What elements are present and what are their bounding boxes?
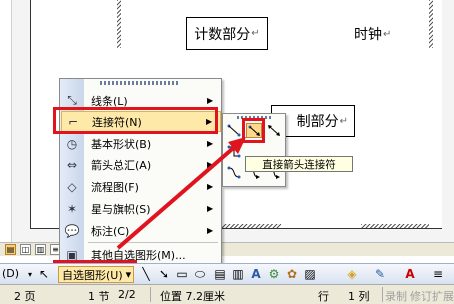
menu-item-basic-shapes[interactable]: ◷ 基本形状(B) ▶ bbox=[61, 133, 221, 154]
menu-item-callouts[interactable]: 💬 标注(C) ▶ bbox=[61, 220, 221, 241]
paragraph-mark: ↵ bbox=[339, 115, 348, 127]
margin-marker-top-left bbox=[117, 0, 121, 48]
margin-marker-bottom-right bbox=[361, 224, 429, 228]
counting-section-box[interactable]: 计数部分 ↵ bbox=[186, 17, 268, 50]
left-gutter bbox=[0, 0, 12, 256]
diagram-icon[interactable]: ⚙ bbox=[266, 266, 282, 282]
clock-text[interactable]: 时钟 ↵ bbox=[354, 24, 391, 44]
select-objects-icon[interactable]: ↖ bbox=[36, 266, 52, 282]
autoshapes-button[interactable]: 自选图形(U) ▾ bbox=[58, 266, 134, 283]
submenu-arrow-icon: ▶ bbox=[207, 204, 214, 213]
margin-marker-top-right bbox=[429, 0, 433, 48]
basic-shapes-icon: ◷ bbox=[66, 136, 78, 151]
wordart-icon[interactable]: A bbox=[248, 266, 264, 282]
textbox-tool-icon[interactable]: ▤ bbox=[212, 266, 228, 282]
line-tool-icon[interactable]: ╲ bbox=[138, 266, 154, 282]
submenu-arrow-icon: ▶ bbox=[207, 182, 214, 191]
flowchart-icon: ◇ bbox=[67, 179, 77, 194]
submenu-arrow-icon: ▶ bbox=[207, 160, 214, 169]
status-position: 位置 7.2厘米 bbox=[160, 290, 225, 303]
dropdown-arrow-icon: ▾ bbox=[125, 268, 132, 281]
arrow-tool-icon[interactable]: ➘ bbox=[156, 266, 172, 282]
menu-item-label: 箭头总汇(A) bbox=[91, 158, 152, 172]
menu-item-flowchart[interactable]: ◇ 流程图(F) ▶ bbox=[61, 176, 221, 197]
menu-item-stars-banners[interactable]: ✶ 星与旗帜(S) ▶ bbox=[61, 198, 221, 219]
annotation-box-connector-item bbox=[53, 107, 218, 134]
clipart-icon[interactable]: ✿ bbox=[284, 266, 300, 282]
clock-label: 时钟 bbox=[354, 27, 382, 43]
menu-drag-grip[interactable] bbox=[100, 81, 180, 85]
status-separator bbox=[382, 287, 383, 302]
paragraph-mark: ↵ bbox=[383, 28, 392, 40]
stars-banners-icon: ✶ bbox=[66, 201, 78, 216]
block-arrows-icon: ⇔ bbox=[66, 157, 78, 172]
status-revise[interactable]: 修订 bbox=[410, 288, 432, 304]
line-style-icon[interactable]: ≡ bbox=[430, 266, 446, 282]
connector-tooltip: 直接箭头连接符 bbox=[245, 156, 353, 172]
menu-item-label: 星与旗帜(S) bbox=[91, 202, 151, 216]
elbow-connector-icon bbox=[227, 145, 241, 158]
menu-item-block-arrows[interactable]: ⇔ 箭头总汇(A) ▶ bbox=[61, 154, 221, 175]
callouts-icon: 💬 bbox=[64, 223, 80, 238]
menu-separator bbox=[88, 242, 218, 243]
status-section: 1 节 bbox=[88, 290, 110, 303]
straight-double-arrow-connector-tool[interactable] bbox=[266, 123, 282, 138]
normal-view-button[interactable]: ▤ bbox=[5, 244, 16, 255]
elbow-connector-tool[interactable] bbox=[226, 144, 242, 159]
submenu-arrow-icon: ▶ bbox=[207, 226, 214, 235]
menu-item-label: 标注(C) bbox=[91, 224, 130, 238]
status-page-of: 2/2 bbox=[118, 288, 136, 301]
status-separator bbox=[150, 287, 151, 302]
status-line: 行 bbox=[318, 290, 329, 303]
status-record[interactable]: 录制 bbox=[385, 288, 407, 304]
draw-menu-label[interactable]: (D) bbox=[2, 267, 19, 280]
control-section-label: 制部分 bbox=[296, 114, 339, 130]
rectangle-tool-icon[interactable]: ▭ bbox=[174, 266, 190, 282]
status-extend[interactable]: 扩展 bbox=[432, 288, 454, 304]
straight-connector-tool[interactable] bbox=[226, 123, 242, 138]
print-view-button[interactable]: ▥ bbox=[35, 244, 46, 255]
word-window: 计数部分 ↵ 时钟 ↵ 制部分 ↵ ▤ ◫ ▥ ≡ ⤡ 线条(L) ▶ ⌐ 连接符(N… bbox=[0, 0, 454, 304]
straight-connector-icon bbox=[227, 124, 241, 137]
font-color-icon[interactable]: A bbox=[402, 266, 418, 282]
submenu-arrow-icon: ▶ bbox=[207, 139, 214, 148]
curved-connector-icon bbox=[227, 166, 241, 179]
counting-section-label: 计数部分 bbox=[194, 26, 251, 43]
oval-tool-icon[interactable]: ⬭ bbox=[192, 266, 208, 282]
line-color-icon[interactable]: ✎ bbox=[372, 266, 388, 282]
autoshapes-label: 自选图形(U) bbox=[62, 268, 123, 282]
status-column: 1 列 bbox=[348, 290, 370, 303]
curved-connector-tool[interactable] bbox=[226, 165, 242, 180]
status-page: 2 页 bbox=[14, 290, 36, 303]
vertical-textbox-icon[interactable]: ▥ bbox=[230, 266, 246, 282]
annotation-box-arrow-tool bbox=[242, 118, 265, 143]
web-view-button[interactable]: ◫ bbox=[20, 244, 31, 255]
double-arrow-connector-icon bbox=[268, 125, 280, 136]
fill-color-icon[interactable]: ◈ bbox=[344, 266, 360, 282]
menu-item-label: 基本形状(B) bbox=[91, 137, 152, 151]
paragraph-mark: ↵ bbox=[251, 28, 260, 39]
status-bar: 2 页 1 节 2/2 位置 7.2厘米 行 1 列 录制 修订 扩展 bbox=[0, 284, 454, 304]
menu-item-label: 流程图(F) bbox=[91, 180, 139, 194]
picture-icon[interactable]: ▨ bbox=[302, 266, 318, 282]
submenu-arrow-icon: ▶ bbox=[207, 96, 214, 105]
margin-marker-bottom-left bbox=[221, 224, 281, 228]
drawing-toolbar: (D) ▾ ↖ 自选图形(U) ▾ ╲ ➘ ▭ ⬭ ▤ ▥ A ⚙ ✿ ▨ ◈ … bbox=[0, 263, 454, 284]
